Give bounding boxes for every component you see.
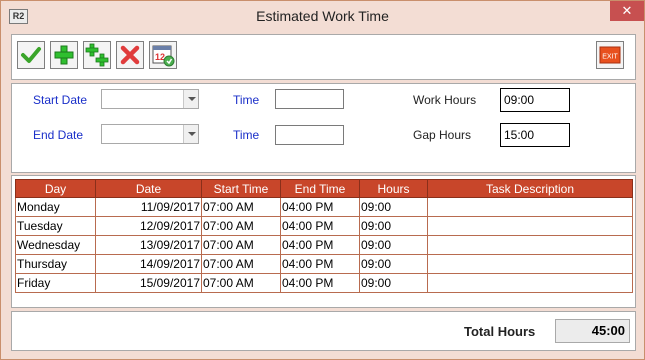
total-hours-label: Total Hours xyxy=(464,324,536,339)
add-multiple-button[interactable] xyxy=(83,41,111,69)
cell-hours[interactable]: 09:00 xyxy=(359,235,428,255)
gap-hours-label: Gap Hours xyxy=(413,128,472,142)
x-icon xyxy=(120,45,140,65)
estimated-work-time-window: R2 Estimated Work Time ✕ 12 EXIT Start D… xyxy=(0,0,645,360)
cell-task-description[interactable] xyxy=(427,254,633,274)
cell-day[interactable]: Thursday xyxy=(15,254,96,274)
date-time-form: Start Date Time Work Hours 09:00 End Dat… xyxy=(11,83,636,173)
start-time-label: Time xyxy=(233,93,260,107)
close-button[interactable]: ✕ xyxy=(610,1,644,21)
end-date-label: End Date xyxy=(33,128,84,142)
end-time-label: Time xyxy=(233,128,260,142)
end-time-input[interactable] xyxy=(275,125,344,145)
cell-end-time[interactable]: 04:00 PM xyxy=(280,197,360,217)
work-time-grid: Day Date Start Time End Time Hours Task … xyxy=(15,179,633,293)
cell-date[interactable]: 15/09/2017 xyxy=(95,273,202,293)
cell-end-time[interactable]: 04:00 PM xyxy=(280,273,360,293)
column-header-start-time[interactable]: Start Time xyxy=(201,179,281,198)
cell-day[interactable]: Wednesday xyxy=(15,235,96,255)
table-row[interactable]: Tuesday 12/09/2017 07:00 AM 04:00 PM 09:… xyxy=(15,216,633,236)
cell-date[interactable]: 14/09/2017 xyxy=(95,254,202,274)
exit-label: EXIT xyxy=(602,54,618,61)
cell-hours[interactable]: 09:00 xyxy=(359,254,428,274)
work-time-grid-panel: Day Date Start Time End Time Hours Task … xyxy=(11,175,636,308)
work-hours-label: Work Hours xyxy=(413,93,477,107)
save-button[interactable] xyxy=(17,41,45,69)
cell-date[interactable]: 11/09/2017 xyxy=(95,197,202,217)
cell-task-description[interactable] xyxy=(427,197,633,217)
exit-icon: EXIT xyxy=(599,46,621,64)
gap-hours-input[interactable]: 15:00 xyxy=(500,123,570,147)
delete-button[interactable] xyxy=(116,41,144,69)
plus-plus-icon xyxy=(85,43,109,67)
column-header-task-description[interactable]: Task Description xyxy=(427,179,633,198)
cell-end-time[interactable]: 04:00 PM xyxy=(280,254,360,274)
cell-start-time[interactable]: 07:00 AM xyxy=(201,254,281,274)
cell-end-time[interactable]: 04:00 PM xyxy=(280,235,360,255)
cell-end-time[interactable]: 04:00 PM xyxy=(280,216,360,236)
start-time-input[interactable] xyxy=(275,89,344,109)
chevron-down-icon[interactable] xyxy=(183,90,198,108)
calendar-number: 12 xyxy=(155,52,165,62)
cell-task-description[interactable] xyxy=(427,273,633,293)
work-hours-input[interactable]: 09:00 xyxy=(500,88,570,112)
table-row[interactable]: Wednesday 13/09/2017 07:00 AM 04:00 PM 0… xyxy=(15,235,633,255)
cell-day[interactable]: Friday xyxy=(15,273,96,293)
cell-task-description[interactable] xyxy=(427,216,633,236)
column-header-date[interactable]: Date xyxy=(95,179,202,198)
calendar-button[interactable]: 12 xyxy=(149,41,177,69)
cell-hours[interactable]: 09:00 xyxy=(359,216,428,236)
window-title: Estimated Work Time xyxy=(256,8,389,24)
grid-header-row: Day Date Start Time End Time Hours Task … xyxy=(15,179,633,198)
calendar-icon: 12 xyxy=(152,45,175,67)
title-bar[interactable]: R2 Estimated Work Time ✕ xyxy=(1,1,644,32)
total-hours-value: 45:00 xyxy=(555,319,630,343)
cell-start-time[interactable]: 07:00 AM xyxy=(201,197,281,217)
add-button[interactable] xyxy=(50,41,78,69)
table-row[interactable]: Thursday 14/09/2017 07:00 AM 04:00 PM 09… xyxy=(15,254,633,274)
cell-task-description[interactable] xyxy=(427,235,633,255)
chevron-down-icon[interactable] xyxy=(183,125,198,143)
end-date-picker[interactable] xyxy=(101,124,199,144)
cell-start-time[interactable]: 07:00 AM xyxy=(201,235,281,255)
cell-start-time[interactable]: 07:00 AM xyxy=(201,216,281,236)
checkmark-icon xyxy=(21,47,41,63)
cell-date[interactable]: 12/09/2017 xyxy=(95,216,202,236)
cell-day[interactable]: Tuesday xyxy=(15,216,96,236)
column-header-end-time[interactable]: End Time xyxy=(280,179,360,198)
table-row[interactable]: Friday 15/09/2017 07:00 AM 04:00 PM 09:0… xyxy=(15,273,633,293)
start-date-label: Start Date xyxy=(33,93,88,107)
cell-date[interactable]: 13/09/2017 xyxy=(95,235,202,255)
cell-hours[interactable]: 09:00 xyxy=(359,273,428,293)
exit-button[interactable]: EXIT xyxy=(596,41,624,69)
column-header-hours[interactable]: Hours xyxy=(359,179,428,198)
table-row[interactable]: Monday 11/09/2017 07:00 AM 04:00 PM 09:0… xyxy=(15,197,633,217)
cell-day[interactable]: Monday xyxy=(15,197,96,217)
cell-start-time[interactable]: 07:00 AM xyxy=(201,273,281,293)
column-header-day[interactable]: Day xyxy=(15,179,96,198)
totals-footer: Total Hours 45:00 xyxy=(11,311,636,351)
start-date-picker[interactable] xyxy=(101,89,199,109)
toolbar: 12 EXIT xyxy=(11,34,636,80)
cell-hours[interactable]: 09:00 xyxy=(359,197,428,217)
plus-icon xyxy=(54,45,74,65)
